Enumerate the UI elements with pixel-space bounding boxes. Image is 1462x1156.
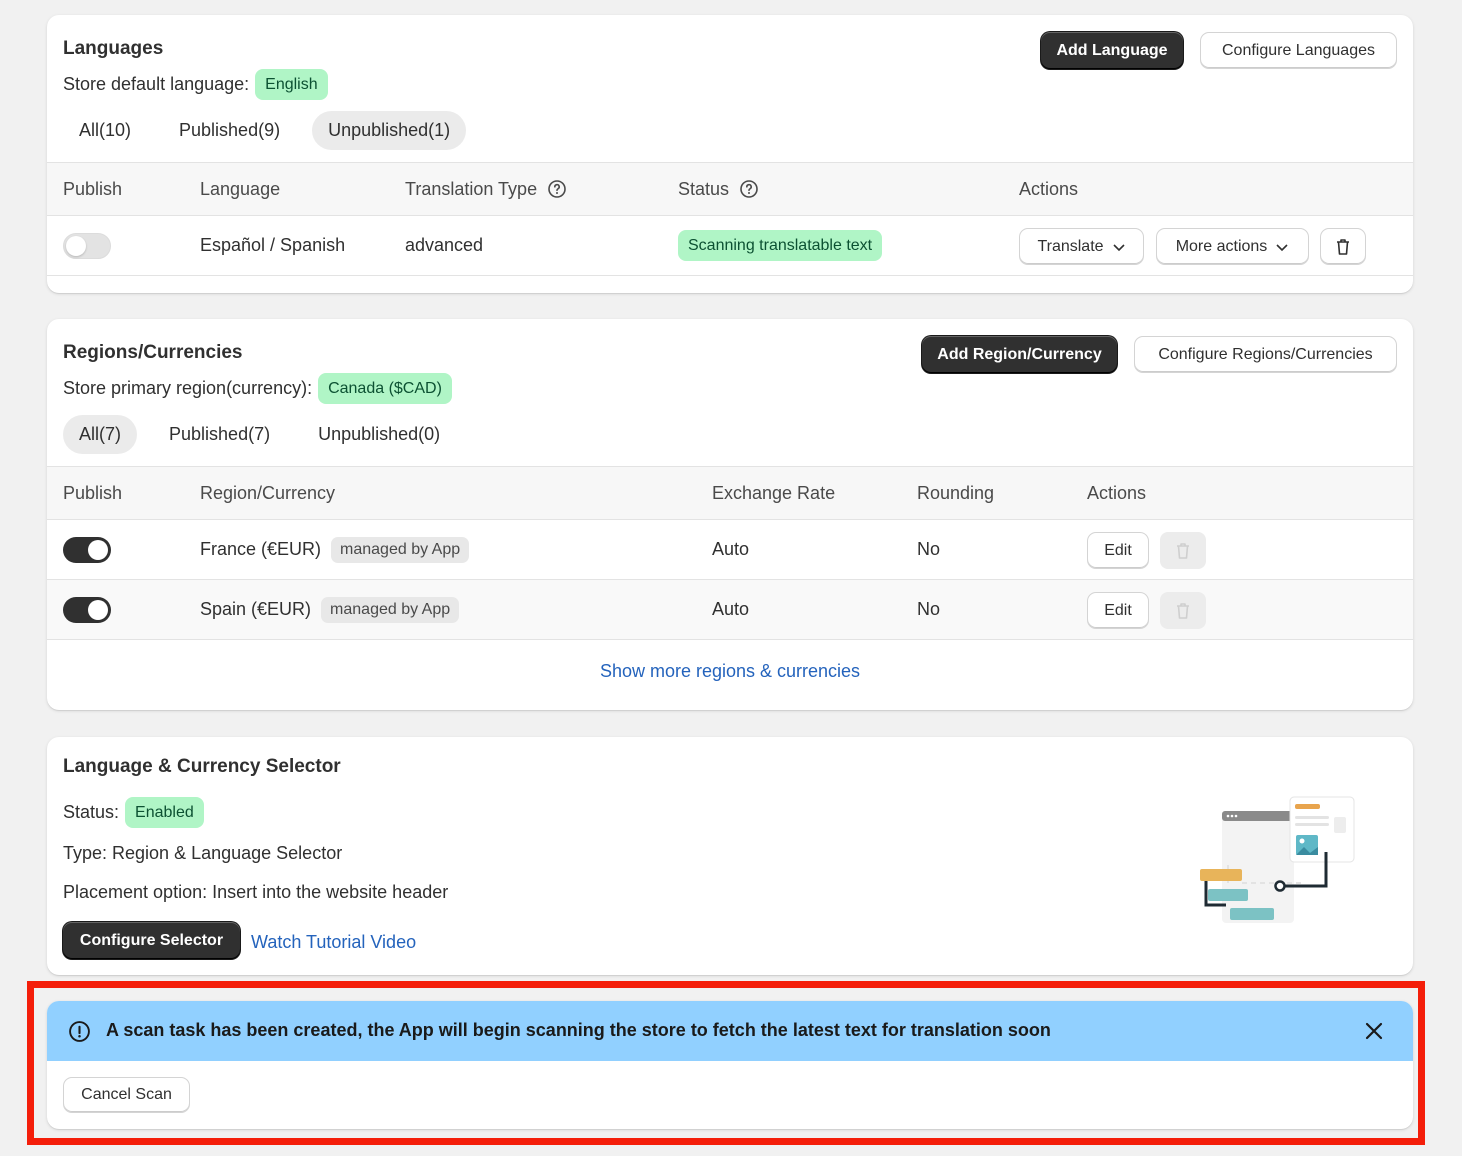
default-language-badge: English — [255, 69, 328, 100]
primary-region-label: Store primary region(currency): — [63, 378, 313, 398]
languages-table-header: Publish Language Translation Type Status… — [47, 162, 1413, 216]
region-filter-tabs: All(7) Published(7) Unpublished(0) — [63, 415, 472, 454]
rounding: No — [917, 599, 941, 619]
regions-table-header: Publish Region/Currency Exchange Rate Ro… — [47, 466, 1413, 520]
selector-status-line: Status: Enabled — [63, 797, 204, 828]
chevron-down-icon — [1112, 243, 1125, 251]
table-row: France (€EUR) managed by App Auto No Edi… — [47, 520, 1413, 580]
languages-title: Languages — [63, 38, 164, 59]
col-publish: Publish — [63, 178, 123, 199]
selector-status-badge: Enabled — [125, 797, 204, 828]
translation-type: advanced — [405, 235, 484, 255]
managed-badge: managed by App — [321, 596, 460, 623]
configure-selector-button[interactable]: Configure Selector — [63, 922, 240, 959]
col-actions: Actions — [1019, 178, 1079, 199]
show-more-row: Show more regions & currencies — [47, 641, 1413, 701]
tab-published-regions[interactable]: Published(7) — [153, 415, 286, 454]
exchange-rate: Auto — [712, 539, 750, 559]
add-language-button[interactable]: Add Language — [1041, 32, 1183, 69]
publish-toggle[interactable] — [63, 232, 111, 259]
managed-badge: managed by App — [331, 536, 470, 563]
selector-title: Language & Currency Selector — [63, 756, 341, 777]
col-actions: Actions — [1087, 482, 1147, 503]
col-rounding: Rounding — [917, 482, 995, 503]
question-circle-icon[interactable] — [739, 179, 759, 199]
delete-region-button[interactable] — [1160, 592, 1206, 629]
primary-region-line: Store primary region(currency): Canada (… — [63, 373, 452, 404]
language-filter-tabs: All(10) Published(9) Unpublished(1) — [63, 111, 482, 150]
status-badge: Scanning translatable text — [678, 230, 883, 261]
trash-icon — [1337, 238, 1349, 255]
selector-illustration — [1200, 796, 1355, 923]
selector-type: Type: Region & Language Selector — [63, 843, 343, 863]
region-name: Spain (€EUR) — [200, 599, 312, 619]
languages-card: Languages Store default language: Englis… — [47, 15, 1413, 293]
col-status: Status — [678, 163, 759, 215]
selector-status-label: Status: — [63, 802, 120, 822]
delete-region-button[interactable] — [1160, 532, 1206, 569]
col-exchange-rate: Exchange Rate — [712, 482, 836, 503]
show-more-regions-link[interactable]: Show more regions & currencies — [600, 661, 860, 682]
edit-region-button[interactable]: Edit — [1087, 532, 1149, 569]
publish-toggle[interactable] — [63, 596, 111, 623]
publish-toggle[interactable] — [63, 536, 111, 563]
selector-placement: Placement option: Insert into the websit… — [63, 882, 449, 902]
table-row: Español / Spanish advanced Scanning tran… — [47, 216, 1413, 276]
col-publish: Publish — [63, 482, 123, 503]
delete-language-button[interactable] — [1320, 228, 1366, 265]
default-language-label: Store default language: — [63, 74, 250, 94]
exchange-rate: Auto — [712, 599, 750, 619]
highlight-outline — [27, 981, 1425, 1145]
tab-all-languages[interactable]: All(10) — [63, 111, 147, 150]
question-circle-icon[interactable] — [547, 179, 567, 199]
tab-unpublished-regions[interactable]: Unpublished(0) — [302, 415, 456, 454]
configure-regions-button[interactable]: Configure Regions/Currencies — [1134, 336, 1397, 373]
col-translation-type: Translation Type — [405, 163, 567, 215]
chevron-down-icon — [1276, 243, 1288, 251]
regions-card: Regions/Currencies Store primary region(… — [47, 319, 1413, 710]
rounding: No — [917, 539, 941, 559]
tab-all-regions[interactable]: All(7) — [63, 415, 138, 454]
regions-title: Regions/Currencies — [63, 342, 243, 363]
trash-icon — [1177, 602, 1189, 619]
region-name: France (€EUR) — [200, 539, 322, 559]
col-region-currency: Region/Currency — [200, 482, 336, 503]
translate-button[interactable]: Translate — [1019, 228, 1144, 265]
selector-card: Language & Currency Selector Status: Ena… — [47, 737, 1413, 975]
edit-region-button[interactable]: Edit — [1087, 592, 1149, 629]
watch-tutorial-link[interactable]: Watch Tutorial Video — [251, 932, 416, 953]
default-language-line: Store default language: English — [63, 69, 328, 100]
add-region-button[interactable]: Add Region/Currency — [922, 336, 1117, 373]
more-actions-button[interactable]: More actions — [1156, 228, 1309, 265]
tab-unpublished-languages[interactable]: Unpublished(1) — [312, 111, 467, 150]
language-name: Español / Spanish — [200, 235, 346, 255]
tab-published-languages[interactable]: Published(9) — [163, 111, 296, 150]
primary-region-badge: Canada ($CAD) — [318, 373, 452, 404]
configure-languages-button[interactable]: Configure Languages — [1200, 32, 1397, 69]
table-row: Spain (€EUR) managed by App Auto No Edit — [47, 580, 1413, 640]
trash-icon — [1177, 542, 1189, 559]
col-language: Language — [200, 178, 281, 199]
